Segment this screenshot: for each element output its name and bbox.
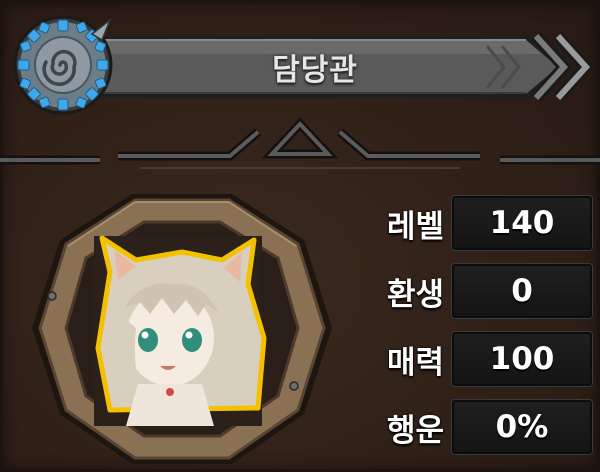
chevron-right-icon[interactable] xyxy=(506,30,596,104)
stat-label: 매력 xyxy=(386,344,444,381)
stat-label: 행운 xyxy=(386,412,444,449)
stat-value: 140 xyxy=(452,196,592,250)
character-portrait xyxy=(32,194,332,464)
stat-label: 레벨 xyxy=(386,208,444,245)
stat-value: 100 xyxy=(452,332,592,386)
stat-row-rebirth: 환생 0 xyxy=(356,264,592,318)
page-title: 담당관 xyxy=(272,53,358,88)
stat-value: 0 xyxy=(452,264,592,318)
stat-label: 환생 xyxy=(386,276,444,313)
spiral-emblem-icon xyxy=(13,15,113,115)
stat-row-charm: 매력 100 xyxy=(356,332,592,386)
stat-row-luck: 행운 0% xyxy=(356,400,592,454)
stat-row-level: 레벨 140 xyxy=(356,196,592,250)
decorative-divider xyxy=(0,117,600,169)
stat-value: 0% xyxy=(452,400,592,454)
